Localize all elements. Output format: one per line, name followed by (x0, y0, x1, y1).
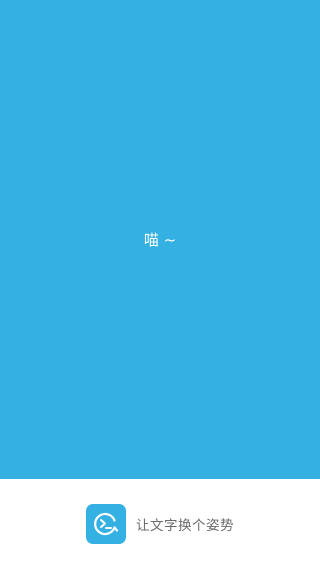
footer-branding: 让文字换个姿势 (0, 479, 320, 570)
splash-area: 喵 ~ (0, 0, 320, 479)
splash-screen: 喵 ~ 让文字换个姿势 (0, 0, 320, 570)
splash-message: 喵 ~ (143, 231, 177, 249)
brand: 让文字换个姿势 (86, 504, 234, 544)
terminal-chat-bubble-icon (86, 504, 126, 544)
app-tagline: 让文字换个姿势 (136, 518, 234, 534)
